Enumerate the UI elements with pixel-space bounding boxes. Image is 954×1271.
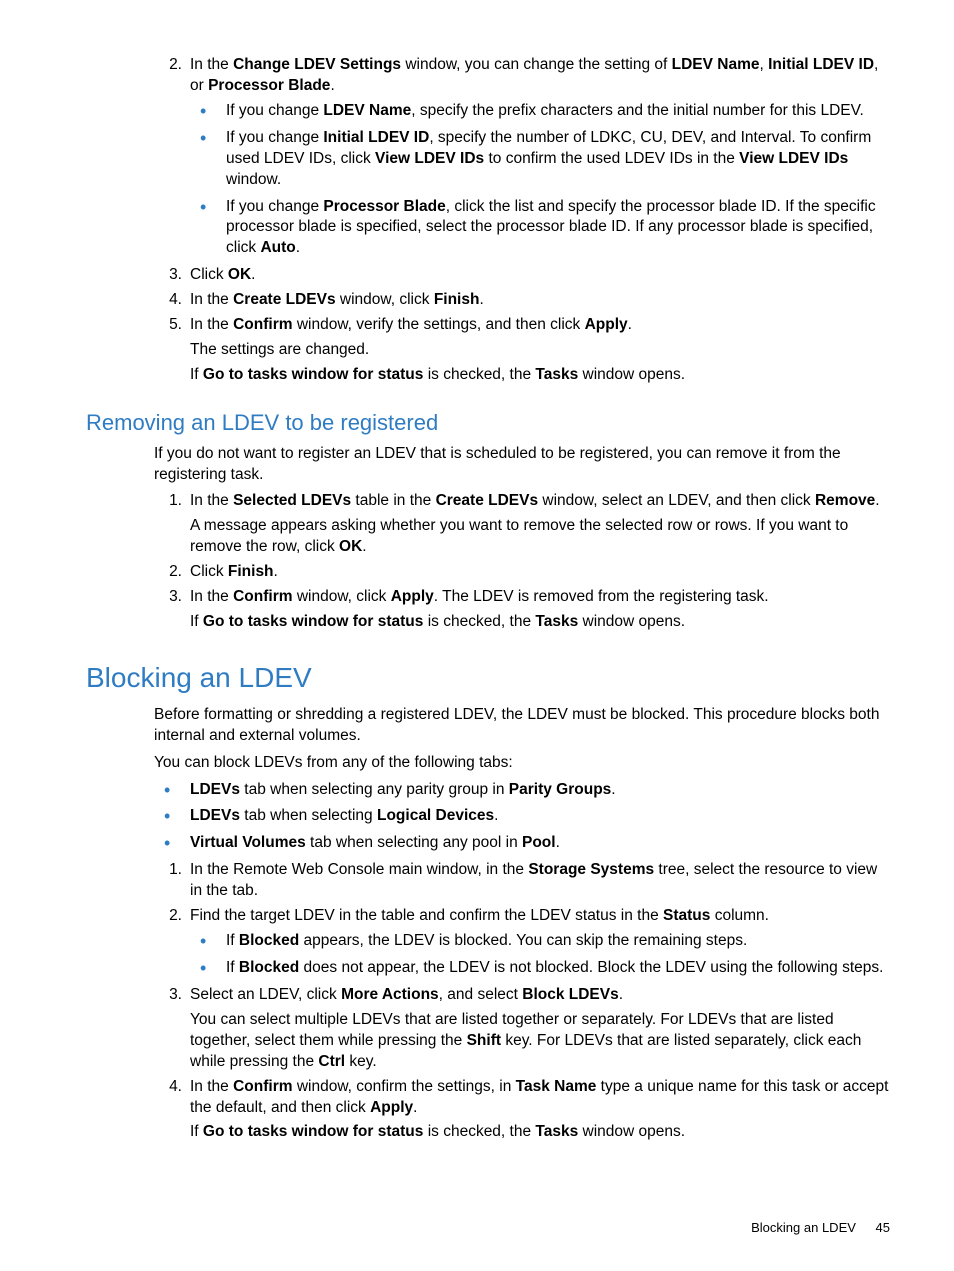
step-number: 3. xyxy=(154,985,182,1006)
step-note: If Go to tasks window for status is chec… xyxy=(190,365,890,386)
step-note: A message appears asking whether you wan… xyxy=(190,516,890,558)
step-2: 2. Find the target LDEV in the table and… xyxy=(154,906,890,979)
substeps: If you change LDEV Name, specify the pre… xyxy=(190,101,890,259)
step-note: If Go to tasks window for status is chec… xyxy=(190,1122,890,1143)
procedure-remove-ldev: 1. In the Selected LDEVs table in the Cr… xyxy=(154,491,890,633)
substep: If Blocked appears, the LDEV is blocked.… xyxy=(190,931,890,952)
page-number: 45 xyxy=(876,1220,890,1235)
step-note: If Go to tasks window for status is chec… xyxy=(190,612,890,633)
step-number: 5. xyxy=(154,315,182,336)
tab-option: LDEVs tab when selecting Logical Devices… xyxy=(154,806,890,827)
heading-removing-ldev: Removing an LDEV to be registered xyxy=(86,408,890,438)
step-3: 3. In the Confirm window, click Apply. T… xyxy=(154,587,890,633)
substep: If you change Processor Blade, click the… xyxy=(190,197,890,260)
step-number: 2. xyxy=(154,562,182,583)
tab-list: LDEVs tab when selecting any parity grou… xyxy=(154,780,890,855)
tab-option: Virtual Volumes tab when selecting any p… xyxy=(154,833,890,854)
procedure-block-ldev: 1. In the Remote Web Console main window… xyxy=(154,860,890,1143)
step-4: 4. In the Confirm window, confirm the se… xyxy=(154,1077,890,1144)
step-text: In the Change LDEV Settings window, you … xyxy=(190,56,878,94)
section-intro: If you do not want to register an LDEV t… xyxy=(154,444,890,486)
step-result: The settings are changed. xyxy=(190,340,890,361)
substep: If you change LDEV Name, specify the pre… xyxy=(190,101,890,122)
step-number: 4. xyxy=(154,290,182,311)
substep: If you change Initial LDEV ID, specify t… xyxy=(190,128,890,191)
step-number: 3. xyxy=(154,587,182,608)
step-number: 1. xyxy=(154,491,182,512)
step-1: 1. In the Remote Web Console main window… xyxy=(154,860,890,902)
step-3: 3. Click OK. xyxy=(154,265,890,286)
step-number: 4. xyxy=(154,1077,182,1098)
section-intro: You can block LDEVs from any of the foll… xyxy=(154,753,890,774)
step-number: 3. xyxy=(154,265,182,286)
step-4: 4. In the Create LDEVs window, click Fin… xyxy=(154,290,890,311)
footer-title: Blocking an LDEV xyxy=(751,1220,856,1235)
substeps: If Blocked appears, the LDEV is blocked.… xyxy=(190,931,890,979)
step-5: 5. In the Confirm window, verify the set… xyxy=(154,315,890,386)
substep: If Blocked does not appear, the LDEV is … xyxy=(190,958,890,979)
document-page: 2. In the Change LDEV Settings window, y… xyxy=(0,0,954,1271)
step-number: 2. xyxy=(154,906,182,927)
procedure-change-ldev: 2. In the Change LDEV Settings window, y… xyxy=(154,55,890,386)
step-2: 2. In the Change LDEV Settings window, y… xyxy=(154,55,890,259)
step-1: 1. In the Selected LDEVs table in the Cr… xyxy=(154,491,890,558)
page-footer: Blocking an LDEV 45 xyxy=(751,1219,890,1237)
tab-option: LDEVs tab when selecting any parity grou… xyxy=(154,780,890,801)
step-number: 2. xyxy=(154,55,182,76)
page-content: 2. In the Change LDEV Settings window, y… xyxy=(86,55,890,1143)
step-3: 3. Select an LDEV, click More Actions, a… xyxy=(154,985,890,1073)
heading-blocking-ldev: Blocking an LDEV xyxy=(86,659,890,697)
step-note: You can select multiple LDEVs that are l… xyxy=(190,1010,890,1073)
section-intro: Before formatting or shredding a registe… xyxy=(154,705,890,747)
step-2: 2. Click Finish. xyxy=(154,562,890,583)
step-number: 1. xyxy=(154,860,182,881)
